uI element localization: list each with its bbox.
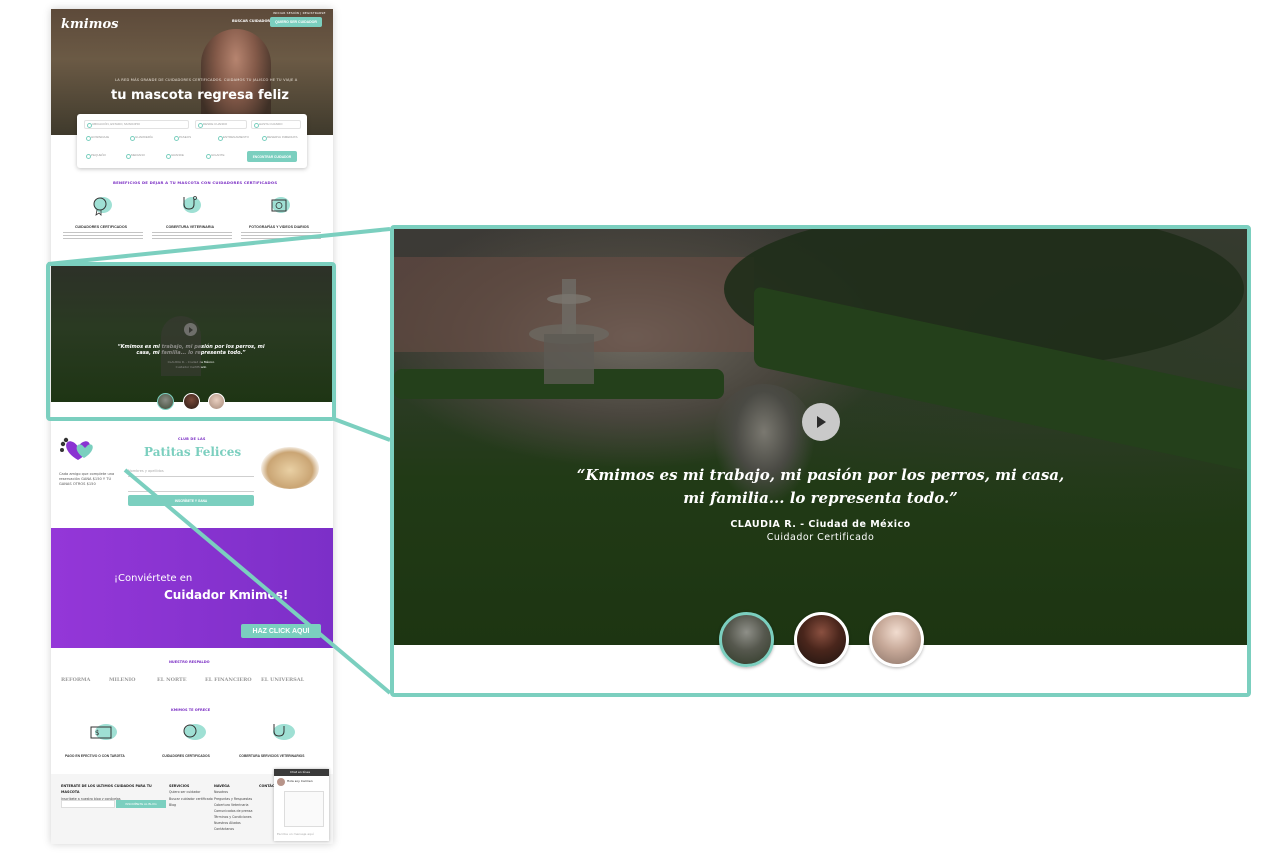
benefit-description (152, 232, 232, 242)
testimonial-author: CLAUDIA R. - Ciudad de México (730, 519, 911, 530)
benefit-certified-title: CUIDADORES CERTIFICADOS (74, 225, 128, 229)
size-option[interactable]: MEDIANO (124, 152, 160, 161)
size-option[interactable]: GRANDE (164, 152, 200, 161)
certified-badge-icon (183, 724, 206, 740)
become-caregiver-button[interactable]: QUIERO SER CUIDADOR (270, 17, 322, 27)
press-logo: EL NORTE (157, 677, 187, 683)
chat-message (284, 791, 324, 827)
location-field[interactable]: UBICACIÓN, ESTADO, MUNICIPIO (84, 120, 189, 129)
date-to-field[interactable]: HASTA CUANDO (251, 120, 301, 129)
chat-message-input[interactable]: Escribe un mensaje aquí (277, 833, 314, 836)
offer-certified: CUIDADORES CERTIFICADOS (162, 754, 210, 758)
stethoscope-icon (273, 724, 295, 740)
hero-headline: tu mascota regresa feliz (111, 88, 289, 103)
size-option[interactable]: PEQUEÑO (84, 152, 120, 161)
testimonial-video[interactable]: “Kmimos es mi trabajo, mi pasión por los… (394, 229, 1247, 645)
date-from-field[interactable]: DESDE CUANDO (195, 120, 247, 129)
login-register-links[interactable]: INICIAR SESIÓN | REGISTRARSE (273, 12, 326, 15)
benefit-vet-title: COBERTURA VETERINARIA (165, 225, 215, 229)
search-caregiver-link[interactable]: BUSCAR CUIDADOR (232, 19, 270, 24)
service-option[interactable]: ENTRENAMIENTO (216, 134, 256, 143)
paws-hearts-logo (60, 437, 93, 460)
newsletter-title: ENTERATE DE LOS ULTIMOS CUIDADOS PARA TU… (61, 784, 152, 795)
offers-title: KMIMOS TE OFRECE (171, 708, 211, 712)
benefit-photos-title: FOTOGRAFÍAS Y VIDEOS DIARIOS (249, 225, 309, 229)
footer-link[interactable]: Cobertura Veterinaria (214, 802, 252, 808)
click-here-button[interactable]: HAZ CLICK AQUÍ (241, 624, 321, 638)
footer-link[interactable]: Términos y Condiciones (214, 814, 252, 820)
chat-widget[interactable]: Chat en línea Hola soy Carmen Escribe un… (274, 769, 329, 841)
benefit-description (63, 232, 143, 242)
footer-services: SERVICIOS Quiero ser cuidador Buscar cui… (169, 783, 213, 808)
offer-payment: PAGO EN EFECTIVO O CON TARJETA (65, 754, 125, 758)
testimonial-role: Cuidador Certificado (766, 532, 875, 543)
benefits-title: BENEFICIOS DE DEJAR A TU MASCOTA CON CUI… (113, 180, 278, 185)
club-subtitle: CLUB DE LAS (178, 437, 206, 441)
testimonial-video-thumbnail[interactable]: “Kmimos es mi trabajo, mi pasión por los… (51, 266, 333, 410)
testimonial-avatar[interactable] (183, 393, 200, 410)
press-logo: REFORMA (61, 677, 91, 683)
search-form: UBICACIÓN, ESTADO, MUNICIPIO DESDE CUAND… (77, 114, 307, 168)
newsletter-email-input[interactable] (61, 800, 115, 808)
cash-card-icon: $ (90, 724, 117, 740)
chat-header-title: Chat en línea (290, 770, 310, 774)
footer-link[interactable]: Comunicados de prensa (214, 808, 252, 814)
testimonial-quote: “Kmimos es mi trabajo, mi pasión por los… (117, 344, 265, 357)
stethoscope-icon (183, 196, 201, 213)
backing-title: NUESTRO RESPALDO (169, 660, 210, 664)
find-caregiver-button[interactable]: ENCONTRAR CUIDADOR (247, 151, 297, 162)
footer-nav: NAVEGA Nosotros Preguntas y Respuestas C… (214, 783, 252, 832)
footer-link[interactable]: Buscar cuidador certificado (169, 796, 213, 802)
fountain-image (529, 279, 609, 384)
testimonial-role: Cuidador Certificado (175, 365, 207, 369)
become-caregiver-line1: ¡Conviértete en (114, 573, 193, 584)
photo-camera-icon (271, 197, 290, 213)
benefit-description (241, 232, 321, 242)
chat-agent-name: Hola soy Carmen (287, 779, 313, 783)
club-title: Patitas Felices (144, 445, 242, 459)
play-icon[interactable] (184, 323, 197, 336)
chat-header[interactable]: Chat en línea (274, 769, 329, 776)
testimonial-quote: “Kmimos es mi trabajo, mi pasión por los… (576, 466, 1065, 507)
testimonial-avatar[interactable] (157, 393, 174, 410)
page-preview: kmimos INICIAR SESIÓN | REGISTRARSE BUSC… (51, 9, 333, 844)
testimonial-author: CLAUDIA R. - Ciudad de México (167, 360, 215, 364)
svg-text:$: $ (95, 729, 99, 737)
testimonial-avatar-2[interactable] (794, 612, 849, 667)
press-logo: EL FINANCIERO (205, 677, 252, 683)
service-option[interactable]: RESERVA INMEDIATA (260, 134, 300, 143)
size-option[interactable]: GIGANTE (204, 152, 240, 161)
press-logo: MILENIO (109, 677, 136, 683)
club-signup-button[interactable]: INSCRÍBETE Y GANA (128, 495, 254, 506)
testimonial-zoom-panel: “Kmimos es mi trabajo, mi pasión por los… (390, 225, 1251, 697)
newsletter-subscribe-button[interactable]: INSCRÍBETE AL BLOG (116, 800, 166, 808)
club-email-input[interactable] (128, 482, 254, 492)
dog-with-sunglasses-image (261, 447, 319, 489)
footer-link[interactable]: Preguntas y Respuestas (214, 796, 252, 802)
service-option[interactable]: HOSPEDAJE (84, 134, 124, 143)
service-option[interactable]: PASEOS (172, 134, 212, 143)
testimonial-avatar[interactable] (208, 393, 225, 410)
kmimos-logo[interactable]: kmimos (61, 18, 118, 31)
showcase-stage: kmimos INICIAR SESIÓN | REGISTRARSE BUSC… (0, 0, 1280, 860)
club-name-input[interactable]: Nombres y apellidos (128, 467, 254, 477)
chat-agent-avatar (277, 778, 285, 786)
hero-subtitle: LA RED MÁS GRANDE DE CUIDADORES CERTIFIC… (115, 78, 298, 82)
service-option[interactable]: GUARDERÍA (128, 134, 168, 143)
press-logo: EL UNIVERSAL (261, 677, 305, 683)
become-caregiver-line2: Cuidador Kmimos! (164, 588, 289, 602)
club-description: Cada amigo que complete una reservación … (59, 472, 115, 487)
testimonial-avatar-1[interactable] (719, 612, 774, 667)
play-icon[interactable] (802, 403, 840, 441)
testimonial-avatar-3[interactable] (869, 612, 924, 667)
footer-link[interactable]: Blog (169, 802, 213, 808)
footer-link[interactable]: Contáctanos (214, 826, 252, 832)
offer-vet: COBERTURA SERVICIOS VETERINARIOS (239, 754, 305, 758)
certified-badge-icon (93, 197, 112, 216)
